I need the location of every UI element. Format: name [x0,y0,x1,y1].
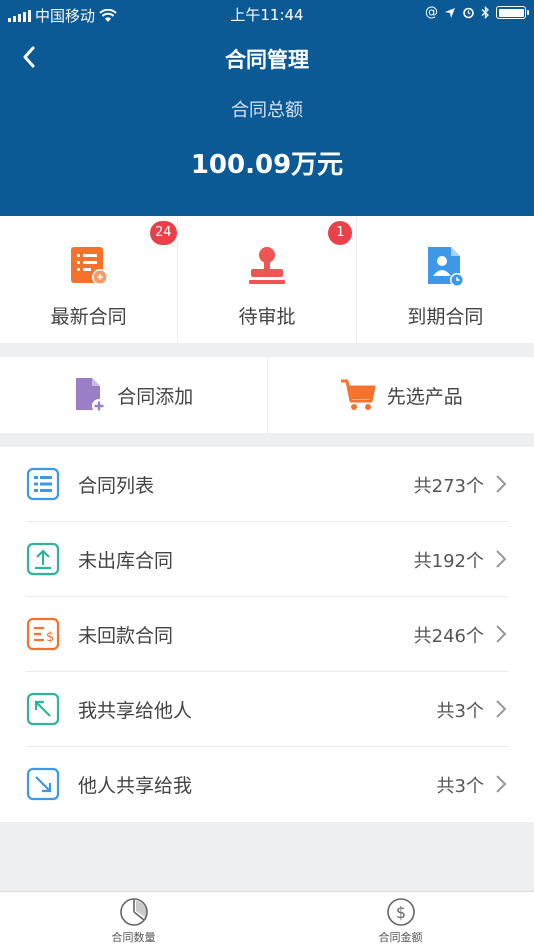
notification-badge: 24 [150,221,177,245]
pie-chart-icon [119,898,148,926]
list-item-count: 共3个 [436,776,484,797]
quick-item-pending-approval[interactable]: 待审批 1 [178,216,357,343]
quick-item-label: 待审批 [238,306,296,328]
chevron-right-icon [496,550,507,568]
battery-level [498,8,524,17]
location-arrow-icon [445,7,455,18]
share-out-icon [26,692,60,726]
contract-list: 合同列表 共273个 未出库合同 共192个 $ 未回款合同 共246个 我共享… [0,447,534,822]
payment-icon: $ [26,617,60,651]
list-item-count: 共273个 [413,476,484,497]
list-item-unpaid[interactable]: $ 未回款合同 共246个 [0,597,534,672]
cart-icon [340,379,376,410]
quick-entry-panel: 最新合同 24 待审批 1 到期合同 [0,216,534,343]
expiring-contract-icon [428,247,465,287]
quick-item-label: 最新合同 [50,306,127,328]
share-in-icon [26,767,60,801]
notification-badge: 1 [328,221,353,245]
bluetooth-icon [481,6,489,19]
alarm-icon [463,7,474,19]
quick-item-expiring-contracts[interactable]: 到期合同 [357,216,534,343]
page-title: 合同管理 [225,48,309,72]
list-item-contract-list[interactable]: 合同列表 共273个 [0,447,534,522]
chevron-right-icon [496,775,507,793]
action-panel: 合同添加 先选产品 [0,357,534,433]
quick-item-label: 到期合同 [407,306,484,328]
list-item-label: 未回款合同 [78,625,174,647]
list-item-label: 我共享给他人 [78,700,193,722]
battery-icon [496,6,529,19]
list-item-shared-by-me[interactable]: 我共享给他人 共3个 [0,672,534,747]
chevron-right-icon [496,475,507,493]
select-product-button[interactable]: 先选产品 [268,357,534,433]
tab-contract-count[interactable]: 合同数量 [0,892,267,950]
list-icon [26,467,60,501]
chevron-right-icon [496,625,507,643]
tab-label: 合同金额 [378,931,423,944]
list-item-count: 共192个 [413,551,484,572]
action-label: 合同添加 [117,385,194,408]
tab-contract-amount[interactable]: $ 合同金额 [267,892,534,950]
status-bar: 中国移动 上午11:44 @ [0,0,534,28]
header: 中国移动 上午11:44 @ 合同管理 合同总额 100.09万元 [0,0,534,216]
list-item-label: 未出库合同 [78,550,174,572]
contract-new-icon [70,247,108,285]
status-right: @ [425,5,529,20]
svg-text:$: $ [46,630,54,645]
action-label: 先选产品 [386,385,463,408]
total-amount-value: 100.09万元 [190,150,344,180]
list-item-not-shipped[interactable]: 未出库合同 共192个 [0,522,534,597]
list-item-label: 合同列表 [78,475,155,497]
list-item-label: 他人共享给我 [78,775,193,797]
tab-label: 合同数量 [111,931,156,944]
list-item-shared-with-me[interactable]: 他人共享给我 共3个 [0,747,534,822]
chevron-right-icon [496,700,507,718]
list-item-count: 共246个 [413,626,484,647]
add-document-icon [76,378,107,413]
at-icon: @ [425,5,438,20]
tab-bar: 合同数量 $ 合同金额 [0,891,534,950]
quick-item-latest-contracts[interactable]: 最新合同 24 [0,216,179,343]
stamp-icon [248,247,285,284]
upload-icon [26,542,60,576]
dollar-icon: $ [386,898,415,926]
add-contract-button[interactable]: 合同添加 [0,357,268,433]
total-amount-label: 合同总额 [231,100,303,121]
svg-text:$: $ [395,903,405,922]
list-item-count: 共3个 [436,701,484,722]
